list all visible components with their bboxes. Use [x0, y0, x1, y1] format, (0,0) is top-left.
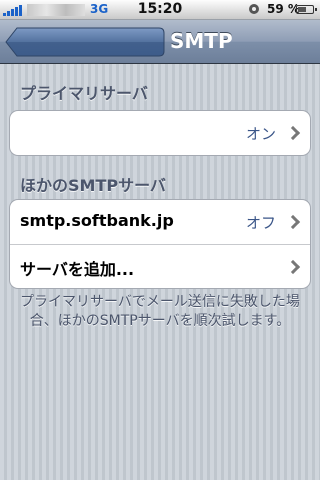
add-server-label: サーバを追加... [20, 260, 135, 279]
battery-percent: 59 % [267, 2, 300, 16]
chevron-right-icon [285, 259, 301, 275]
section-header-other: ほかのSMTPサーバ [20, 176, 166, 195]
navigation-bar: SMTP [0, 20, 320, 64]
footer-note: プライマリサーバでメール送信に失敗した場合、ほかのSMTPサーバを順次試します。 [20, 294, 300, 329]
chevron-right-icon [285, 125, 301, 141]
section-header-primary: プライマリサーバ [20, 84, 148, 103]
status-bar: 3G 15:20 59 % [0, 0, 320, 20]
back-button[interactable] [5, 27, 165, 57]
other-servers-group: smtp.softbank.jp オフ サーバを追加... [9, 199, 311, 289]
alarm-clock-icon [249, 4, 259, 14]
primary-server-group: オン [9, 110, 311, 156]
chevron-right-icon [285, 214, 301, 230]
primary-server-row[interactable]: オン [10, 111, 310, 155]
primary-server-status: オン [245, 125, 276, 143]
add-server-row[interactable]: サーバを追加... [10, 244, 310, 288]
back-arrow-icon [5, 27, 165, 57]
battery-icon [296, 5, 317, 14]
page-title: SMTP [170, 29, 233, 53]
smtp-server-status: オフ [245, 214, 276, 232]
smtp-server-label: smtp.softbank.jp [20, 211, 174, 230]
battery-level-fill [298, 7, 307, 12]
smtp-server-row[interactable]: smtp.softbank.jp オフ [10, 200, 310, 244]
